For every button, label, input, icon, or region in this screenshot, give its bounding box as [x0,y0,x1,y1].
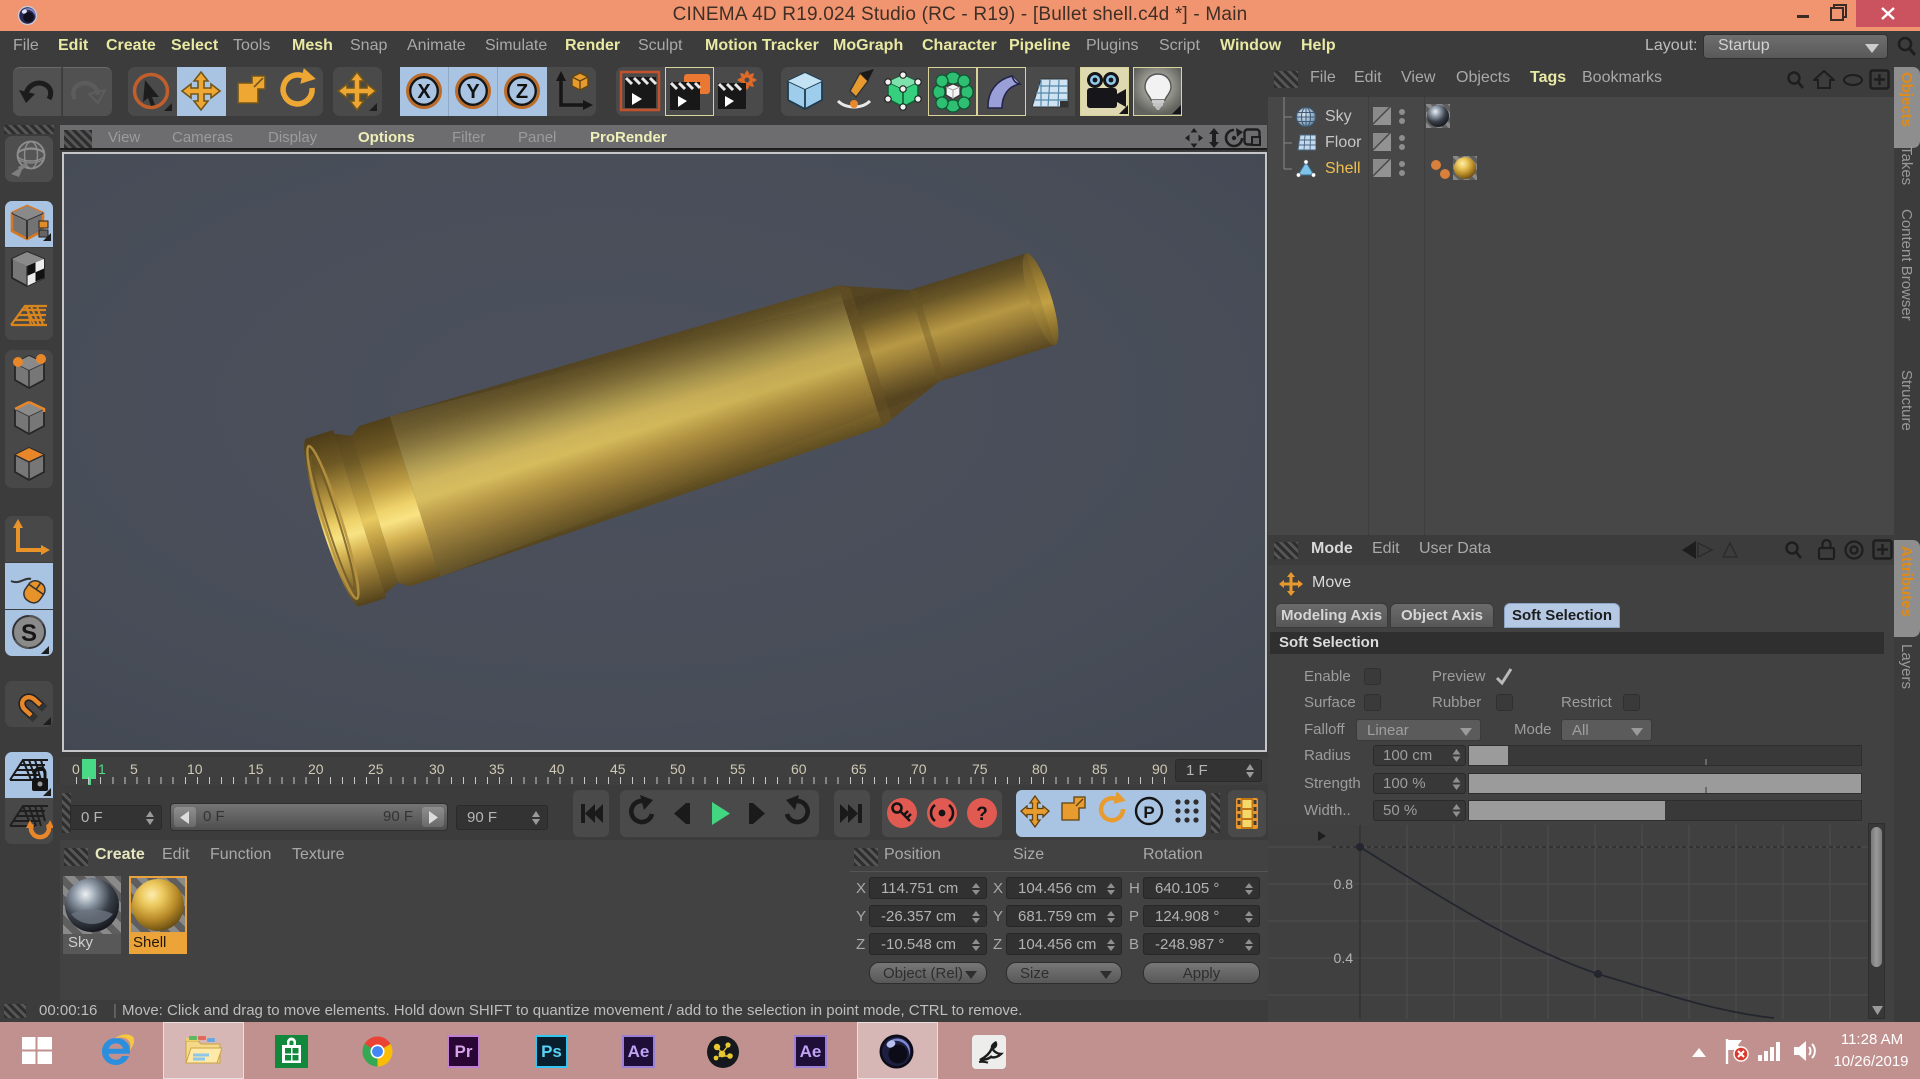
svg-text:0: 0 [72,761,80,777]
svg-text:Y: Y [466,81,480,103]
svg-text:55: 55 [730,761,746,777]
svg-text:70: 70 [911,761,927,777]
svg-text:P: P [1143,803,1154,822]
svg-text:45: 45 [610,761,626,777]
svg-text:35: 35 [489,761,505,777]
svg-text:S: S [21,620,37,647]
svg-text:0.8: 0.8 [1334,876,1354,892]
svg-text:80: 80 [1032,761,1048,777]
svg-text:65: 65 [851,761,867,777]
svg-text:15: 15 [248,761,264,777]
svg-text:50: 50 [670,761,686,777]
svg-text:75: 75 [972,761,988,777]
svg-text:60: 60 [791,761,807,777]
svg-text:90: 90 [1152,761,1168,777]
svg-text:40: 40 [549,761,565,777]
svg-text:85: 85 [1092,761,1108,777]
svg-text:0.4: 0.4 [1334,950,1354,966]
svg-text:30: 30 [429,761,445,777]
svg-text:?: ? [976,804,988,825]
svg-text:1: 1 [98,761,106,777]
svg-text:20: 20 [308,761,324,777]
svg-text:Z: Z [516,81,528,103]
svg-text:X: X [417,81,431,103]
svg-text:25: 25 [368,761,384,777]
svg-text:5: 5 [130,761,138,777]
svg-text:10: 10 [187,761,203,777]
